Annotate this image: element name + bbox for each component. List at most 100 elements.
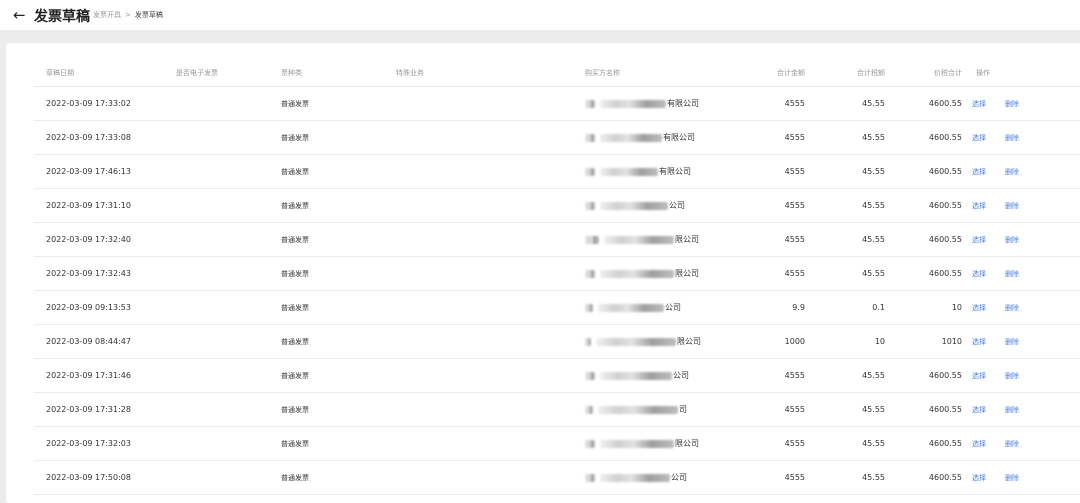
select-button[interactable]: 选择 xyxy=(972,337,986,347)
cell-invoice-type: 普通发票 xyxy=(281,426,396,461)
cell-draft-date: 2022-03-09 17:33:08 xyxy=(34,120,176,155)
select-button[interactable]: 选择 xyxy=(972,99,986,109)
buyer-name-suffix: 有限公司 xyxy=(663,133,695,142)
cell-total-amount: 1000 xyxy=(745,324,805,359)
cell-total-amount: 4555 xyxy=(745,256,805,291)
cell-buyer-name: 限公司 xyxy=(585,324,745,359)
cell-total-amount: 4555 xyxy=(745,188,805,223)
select-button[interactable]: 选择 xyxy=(972,201,986,211)
table-row: 2022-03-09 17:31:46 普通发票 公司 4555 45.55 4600.5… xyxy=(34,358,1080,393)
delete-button[interactable]: 删除 xyxy=(1005,99,1019,109)
redacted-text xyxy=(600,99,666,108)
select-button[interactable]: 选择 xyxy=(972,303,986,313)
delete-button[interactable]: 删除 xyxy=(1005,405,1019,415)
redacted-text xyxy=(585,473,595,482)
cell-total-tax: 45.55 xyxy=(805,460,885,495)
cell-invoice-type: 普通发票 xyxy=(281,154,396,189)
redacted-text xyxy=(585,371,595,380)
cell-invoice-type: 普通发票 xyxy=(281,256,396,291)
cell-actions: 选择 删除 xyxy=(962,188,1080,223)
select-button[interactable]: 选择 xyxy=(972,269,986,279)
cell-total-tax: 0.1 xyxy=(805,290,885,325)
cell-draft-date: 2022-03-09 17:31:28 xyxy=(34,392,176,427)
cell-special-business xyxy=(396,188,585,223)
delete-button[interactable]: 删除 xyxy=(1005,337,1019,347)
cell-actions: 选择 删除 xyxy=(962,154,1080,189)
table-row: 2022-03-09 17:50:08 普通发票 公司 4555 45.55 4600.5… xyxy=(34,460,1080,495)
cell-total-tax: 45.55 xyxy=(805,86,885,121)
cell-total-amount: 4555 xyxy=(745,222,805,257)
buyer-name-suffix: 公司 xyxy=(673,371,689,380)
cell-buyer-name: 司 xyxy=(585,392,745,427)
page-title: 发票草稿 xyxy=(34,9,90,25)
delete-button[interactable]: 删除 xyxy=(1005,235,1019,245)
delete-button[interactable]: 删除 xyxy=(1005,473,1019,483)
cell-invoice-type: 普通发票 xyxy=(281,86,396,121)
cell-buyer-name: 公司 xyxy=(585,290,745,325)
cell-actions: 选择 删除 xyxy=(962,120,1080,155)
select-button[interactable]: 选择 xyxy=(972,133,986,143)
redacted-text xyxy=(585,235,599,244)
cell-actions: 选择 删除 xyxy=(962,358,1080,393)
cell-buyer-name: 限公司 xyxy=(585,256,745,291)
buyer-name-suffix: 限公司 xyxy=(675,235,699,244)
cell-special-business xyxy=(396,324,585,359)
cell-buyer-name: 限公司 xyxy=(585,426,745,461)
cell-draft-date: 2022-03-09 17:32:43 xyxy=(34,256,176,291)
cell-total-tax: 45.55 xyxy=(805,426,885,461)
cell-price-tax-total: 4600.55 xyxy=(885,392,962,427)
cell-electronic xyxy=(176,324,281,359)
select-button[interactable]: 选择 xyxy=(972,371,986,381)
redacted-text xyxy=(600,269,674,278)
cell-actions: 选择 删除 xyxy=(962,426,1080,461)
select-button[interactable]: 选择 xyxy=(972,473,986,483)
cell-draft-date: 2022-03-09 17:50:08 xyxy=(34,460,176,495)
delete-button[interactable]: 删除 xyxy=(1005,303,1019,313)
cell-draft-date: 2022-03-09 09:13:53 xyxy=(34,290,176,325)
top-bar: ← 发票草稿 发票开具 > 发票草稿 xyxy=(0,0,1080,30)
cell-special-business xyxy=(396,222,585,257)
delete-button[interactable]: 删除 xyxy=(1005,371,1019,381)
cell-price-tax-total: 4600.55 xyxy=(885,86,962,121)
table-row: 2022-03-09 17:32:03 普通发票 限公司 4555 45.55 4600.… xyxy=(34,426,1080,461)
select-button[interactable]: 选择 xyxy=(972,235,986,245)
buyer-name-suffix: 公司 xyxy=(669,201,685,210)
delete-button[interactable]: 删除 xyxy=(1005,133,1019,143)
cell-actions: 选择 删除 xyxy=(962,222,1080,257)
redacted-text xyxy=(585,201,595,210)
select-button[interactable]: 选择 xyxy=(972,167,986,177)
redacted-text xyxy=(585,337,591,346)
delete-button[interactable]: 删除 xyxy=(1005,439,1019,449)
buyer-name-suffix: 司 xyxy=(679,405,687,414)
select-button[interactable]: 选择 xyxy=(972,439,986,449)
cell-invoice-type: 普通发票 xyxy=(281,290,396,325)
cell-draft-date: 2022-03-09 17:32:03 xyxy=(34,426,176,461)
cell-draft-date: 2022-03-09 17:31:10 xyxy=(34,188,176,223)
cell-special-business xyxy=(396,256,585,291)
select-button[interactable]: 选择 xyxy=(972,405,986,415)
table-header-row: 草稿日期 是否电子发票 票种类 特殊业务 购买方名称 合计金额 合计税额 价税合… xyxy=(34,60,1080,87)
redacted-text xyxy=(604,235,674,244)
cell-draft-date: 2022-03-09 17:46:13 xyxy=(34,154,176,189)
delete-button[interactable]: 删除 xyxy=(1005,201,1019,211)
arrow-left-icon[interactable]: ← xyxy=(13,6,26,24)
cell-price-tax-total: 4600.55 xyxy=(885,256,962,291)
cell-special-business xyxy=(396,358,585,393)
redacted-text xyxy=(598,405,678,414)
redacted-text xyxy=(600,201,668,210)
cell-actions: 选择 删除 xyxy=(962,256,1080,291)
redacted-text xyxy=(600,371,672,380)
cell-special-business xyxy=(396,154,585,189)
buyer-name-suffix: 有限公司 xyxy=(659,167,691,176)
delete-button[interactable]: 删除 xyxy=(1005,167,1019,177)
cell-price-tax-total: 4600.55 xyxy=(885,460,962,495)
table-row: 2022-03-09 17:32:40 普通发票 限公司 4555 45.55 4600.… xyxy=(34,222,1080,257)
cell-special-business xyxy=(396,290,585,325)
cell-price-tax-total: 4600.55 xyxy=(885,188,962,223)
cell-electronic xyxy=(176,256,281,291)
cell-electronic xyxy=(176,154,281,189)
breadcrumb-item-issue[interactable]: 发票开具 xyxy=(93,10,121,20)
cell-invoice-type: 普通发票 xyxy=(281,120,396,155)
delete-button[interactable]: 删除 xyxy=(1005,269,1019,279)
redacted-text xyxy=(585,303,593,312)
